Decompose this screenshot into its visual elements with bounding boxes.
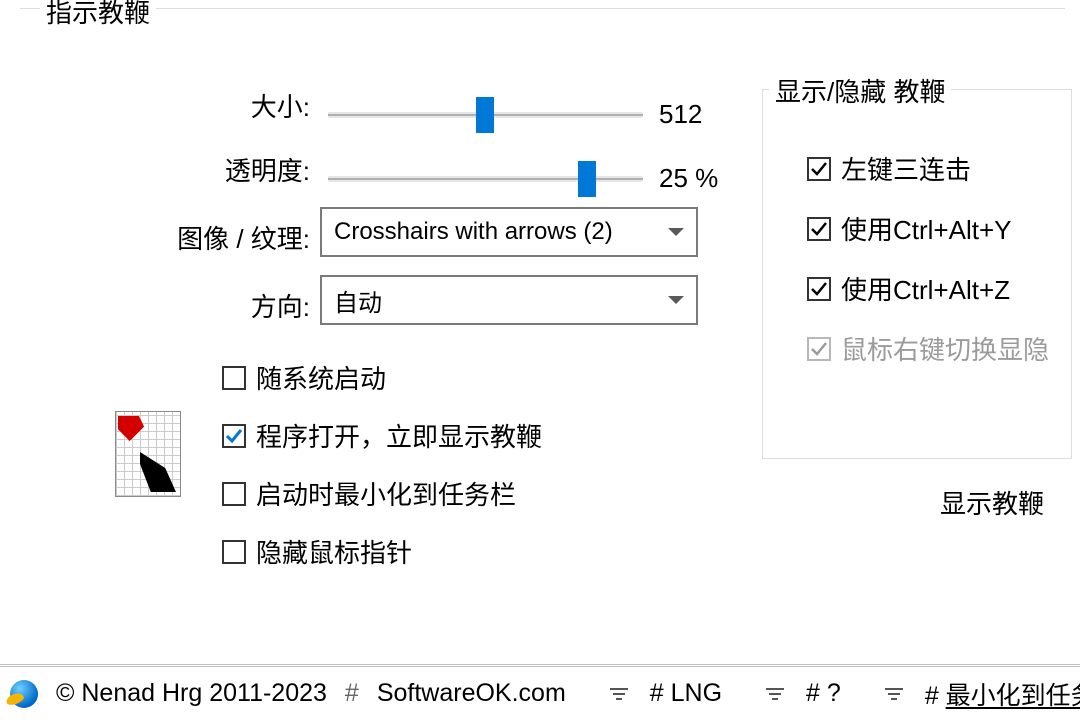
show-on-open-checkbox[interactable]: 程序打开，立即显示教鞭 <box>222 417 542 454</box>
size-slider-thumb[interactable] <box>476 97 494 133</box>
autostart-checkbox[interactable]: 随系统启动 <box>222 359 386 396</box>
direction-label: 方向: <box>225 287 310 324</box>
show-on-open-label: 程序打开，立即显示教鞭 <box>256 417 542 454</box>
direction-dropdown[interactable]: 自动 <box>320 275 698 325</box>
ctrl-alt-y-checkbox[interactable]: 使用Ctrl+Alt+Y <box>807 210 1012 247</box>
dropdown-icon <box>883 679 905 708</box>
direction-dropdown-value: 自动 <box>334 283 382 318</box>
show-hide-groupbox: 显示/隐藏 教鞭 左键三连击 使用Ctrl+Alt+Y 使用Ctrl+Alt+Z… <box>762 89 1072 459</box>
hide-cursor-label: 隐藏鼠标指针 <box>256 533 412 570</box>
ctrl-alt-z-label: 使用Ctrl+Alt+Z <box>841 270 1010 307</box>
opacity-slider-thumb[interactable] <box>578 161 596 197</box>
hide-cursor-checkbox[interactable]: 隐藏鼠标指针 <box>222 533 412 570</box>
globe-icon <box>10 680 38 708</box>
min-to-tray-checkbox[interactable]: 启动时最小化到任务栏 <box>222 475 516 512</box>
size-label: 大小: <box>220 87 310 124</box>
status-bar: © Nenad Hrg 2011-2023 # SoftwareOK.com #… <box>0 664 1080 720</box>
dropdown-icon <box>608 679 630 708</box>
app-icon <box>115 411 181 497</box>
group-title: 指示教鞭 <box>40 0 156 30</box>
texture-label: 图像 / 纹理: <box>150 219 310 256</box>
triple-click-checkbox[interactable]: 左键三连击 <box>807 150 971 187</box>
pointer-groupbox: 指示教鞭 大小: 512 透明度: 25 % 图像 / 纹理: Crosshai… <box>20 8 1065 608</box>
lng-menu[interactable]: # LNG <box>650 679 722 708</box>
opacity-label: 透明度: <box>198 151 310 188</box>
size-value: 512 <box>659 99 702 130</box>
rmb-toggle-checkbox: 鼠标右键切换显隐 <box>807 330 1049 367</box>
ctrl-alt-y-label: 使用Ctrl+Alt+Y <box>841 210 1012 247</box>
chevron-down-icon <box>668 296 684 304</box>
show-pointer-link[interactable]: 显示教鞭 <box>940 484 1044 521</box>
opacity-slider[interactable] <box>328 176 643 182</box>
site-link[interactable]: SoftwareOK.com <box>377 679 566 708</box>
triple-click-label: 左键三连击 <box>841 150 971 187</box>
help-menu[interactable]: # ? <box>806 679 841 708</box>
rmb-toggle-label: 鼠标右键切换显隐 <box>841 330 1049 367</box>
show-hide-group-title: 显示/隐藏 教鞭 <box>769 72 951 109</box>
autostart-label: 随系统启动 <box>256 359 386 396</box>
texture-dropdown-value: Crosshairs with arrows (2) <box>334 218 613 246</box>
dropdown-icon <box>764 679 786 708</box>
texture-dropdown[interactable]: Crosshairs with arrows (2) <box>320 207 698 257</box>
minimize-menu[interactable]: # 最小化到任务栏 <box>925 676 1080 712</box>
ctrl-alt-z-checkbox[interactable]: 使用Ctrl+Alt+Z <box>807 270 1010 307</box>
copyright-text: © Nenad Hrg 2011-2023 <box>56 679 327 708</box>
hash-sep: # <box>345 679 359 708</box>
chevron-down-icon <box>668 228 684 236</box>
opacity-value: 25 % <box>659 163 718 194</box>
min-to-tray-label: 启动时最小化到任务栏 <box>256 475 516 512</box>
size-slider[interactable] <box>328 112 643 118</box>
